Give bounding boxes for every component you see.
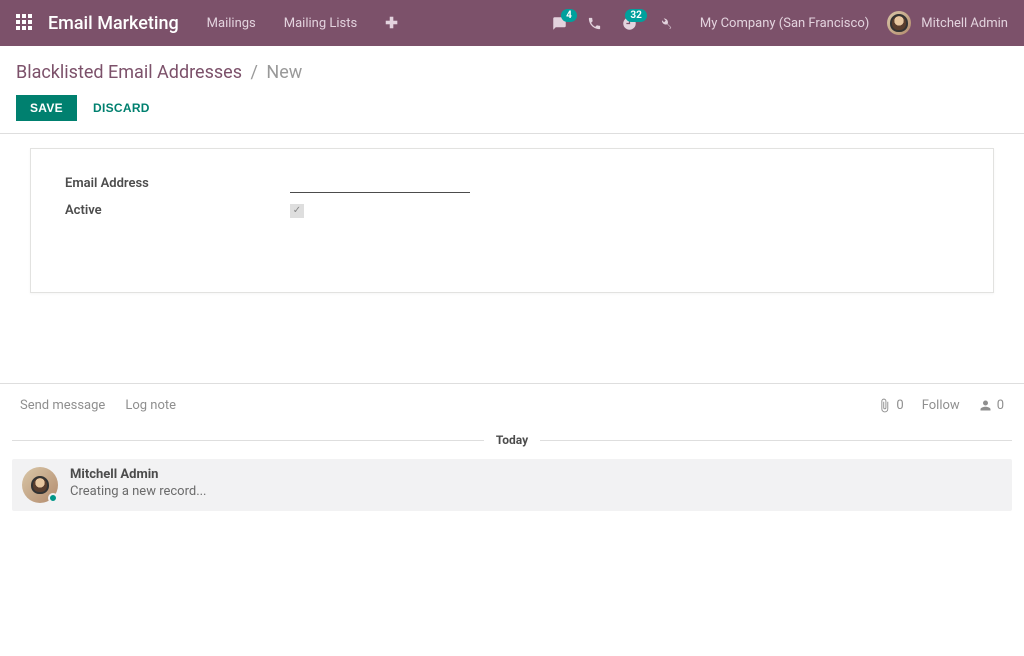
- date-separator-label: Today: [484, 433, 540, 447]
- user-name: Mitchell Admin: [921, 16, 1008, 31]
- breadcrumb-bar: Blacklisted Email Addresses / New: [0, 46, 1024, 89]
- chatter-toolbar: Send message Log note 0 Follow 0: [0, 384, 1024, 427]
- phone-icon[interactable]: [587, 16, 602, 31]
- followers-count[interactable]: 0: [978, 398, 1004, 413]
- follow-button[interactable]: Follow: [922, 398, 960, 413]
- message-body: Creating a new record...: [70, 484, 207, 499]
- attachments-number: 0: [896, 398, 903, 413]
- email-label: Email Address: [65, 176, 290, 191]
- person-icon: [978, 398, 993, 413]
- form-sheet: Email Address Active ✓: [30, 148, 994, 293]
- active-checkbox[interactable]: ✓: [290, 204, 304, 218]
- app-brand[interactable]: Email Marketing: [48, 13, 179, 34]
- main-navbar: Email Marketing Mailings Mailing Lists ✚…: [0, 0, 1024, 46]
- messages-icon[interactable]: 4: [552, 16, 567, 31]
- nav-mailing-lists[interactable]: Mailing Lists: [284, 16, 357, 31]
- field-email-row: Email Address: [65, 173, 959, 193]
- debug-tools-icon[interactable]: [657, 16, 672, 31]
- save-button[interactable]: SAVE: [16, 95, 77, 121]
- message-item: Mitchell Admin Creating a new record...: [12, 459, 1012, 511]
- breadcrumb-separator: /: [250, 62, 257, 83]
- activities-icon[interactable]: 32: [622, 16, 637, 31]
- action-buttons: SAVE DISCARD: [0, 89, 1024, 133]
- apps-menu-icon[interactable]: [16, 14, 34, 32]
- breadcrumb: Blacklisted Email Addresses / New: [16, 62, 1008, 83]
- message-author-avatar: [22, 467, 58, 503]
- paperclip-icon: [877, 398, 892, 413]
- send-message-tab[interactable]: Send message: [20, 398, 105, 413]
- date-separator: Today: [0, 427, 1024, 453]
- activities-badge: 32: [625, 9, 646, 22]
- breadcrumb-current: New: [266, 62, 302, 83]
- log-note-tab[interactable]: Log note: [125, 398, 176, 413]
- nav-mailings[interactable]: Mailings: [207, 16, 256, 31]
- company-switcher[interactable]: My Company (San Francisco): [700, 16, 869, 31]
- form-sheet-container: Email Address Active ✓: [0, 134, 1024, 293]
- messages-badge: 4: [561, 9, 577, 22]
- active-label: Active: [65, 203, 290, 218]
- attachments-count[interactable]: 0: [877, 398, 903, 413]
- user-avatar-icon: [887, 11, 911, 35]
- followers-number: 0: [997, 398, 1004, 413]
- chatter: Send message Log note 0 Follow 0 Today M…: [0, 383, 1024, 517]
- breadcrumb-parent[interactable]: Blacklisted Email Addresses: [16, 62, 242, 83]
- field-active-row: Active ✓: [65, 203, 959, 218]
- message-list: Mitchell Admin Creating a new record...: [0, 453, 1024, 517]
- message-author: Mitchell Admin: [70, 467, 207, 482]
- user-menu[interactable]: Mitchell Admin: [887, 11, 1008, 35]
- email-input[interactable]: [290, 173, 470, 193]
- nav-new-icon[interactable]: ✚: [385, 14, 398, 32]
- online-status-icon: [48, 493, 58, 503]
- discard-button[interactable]: DISCARD: [89, 95, 154, 121]
